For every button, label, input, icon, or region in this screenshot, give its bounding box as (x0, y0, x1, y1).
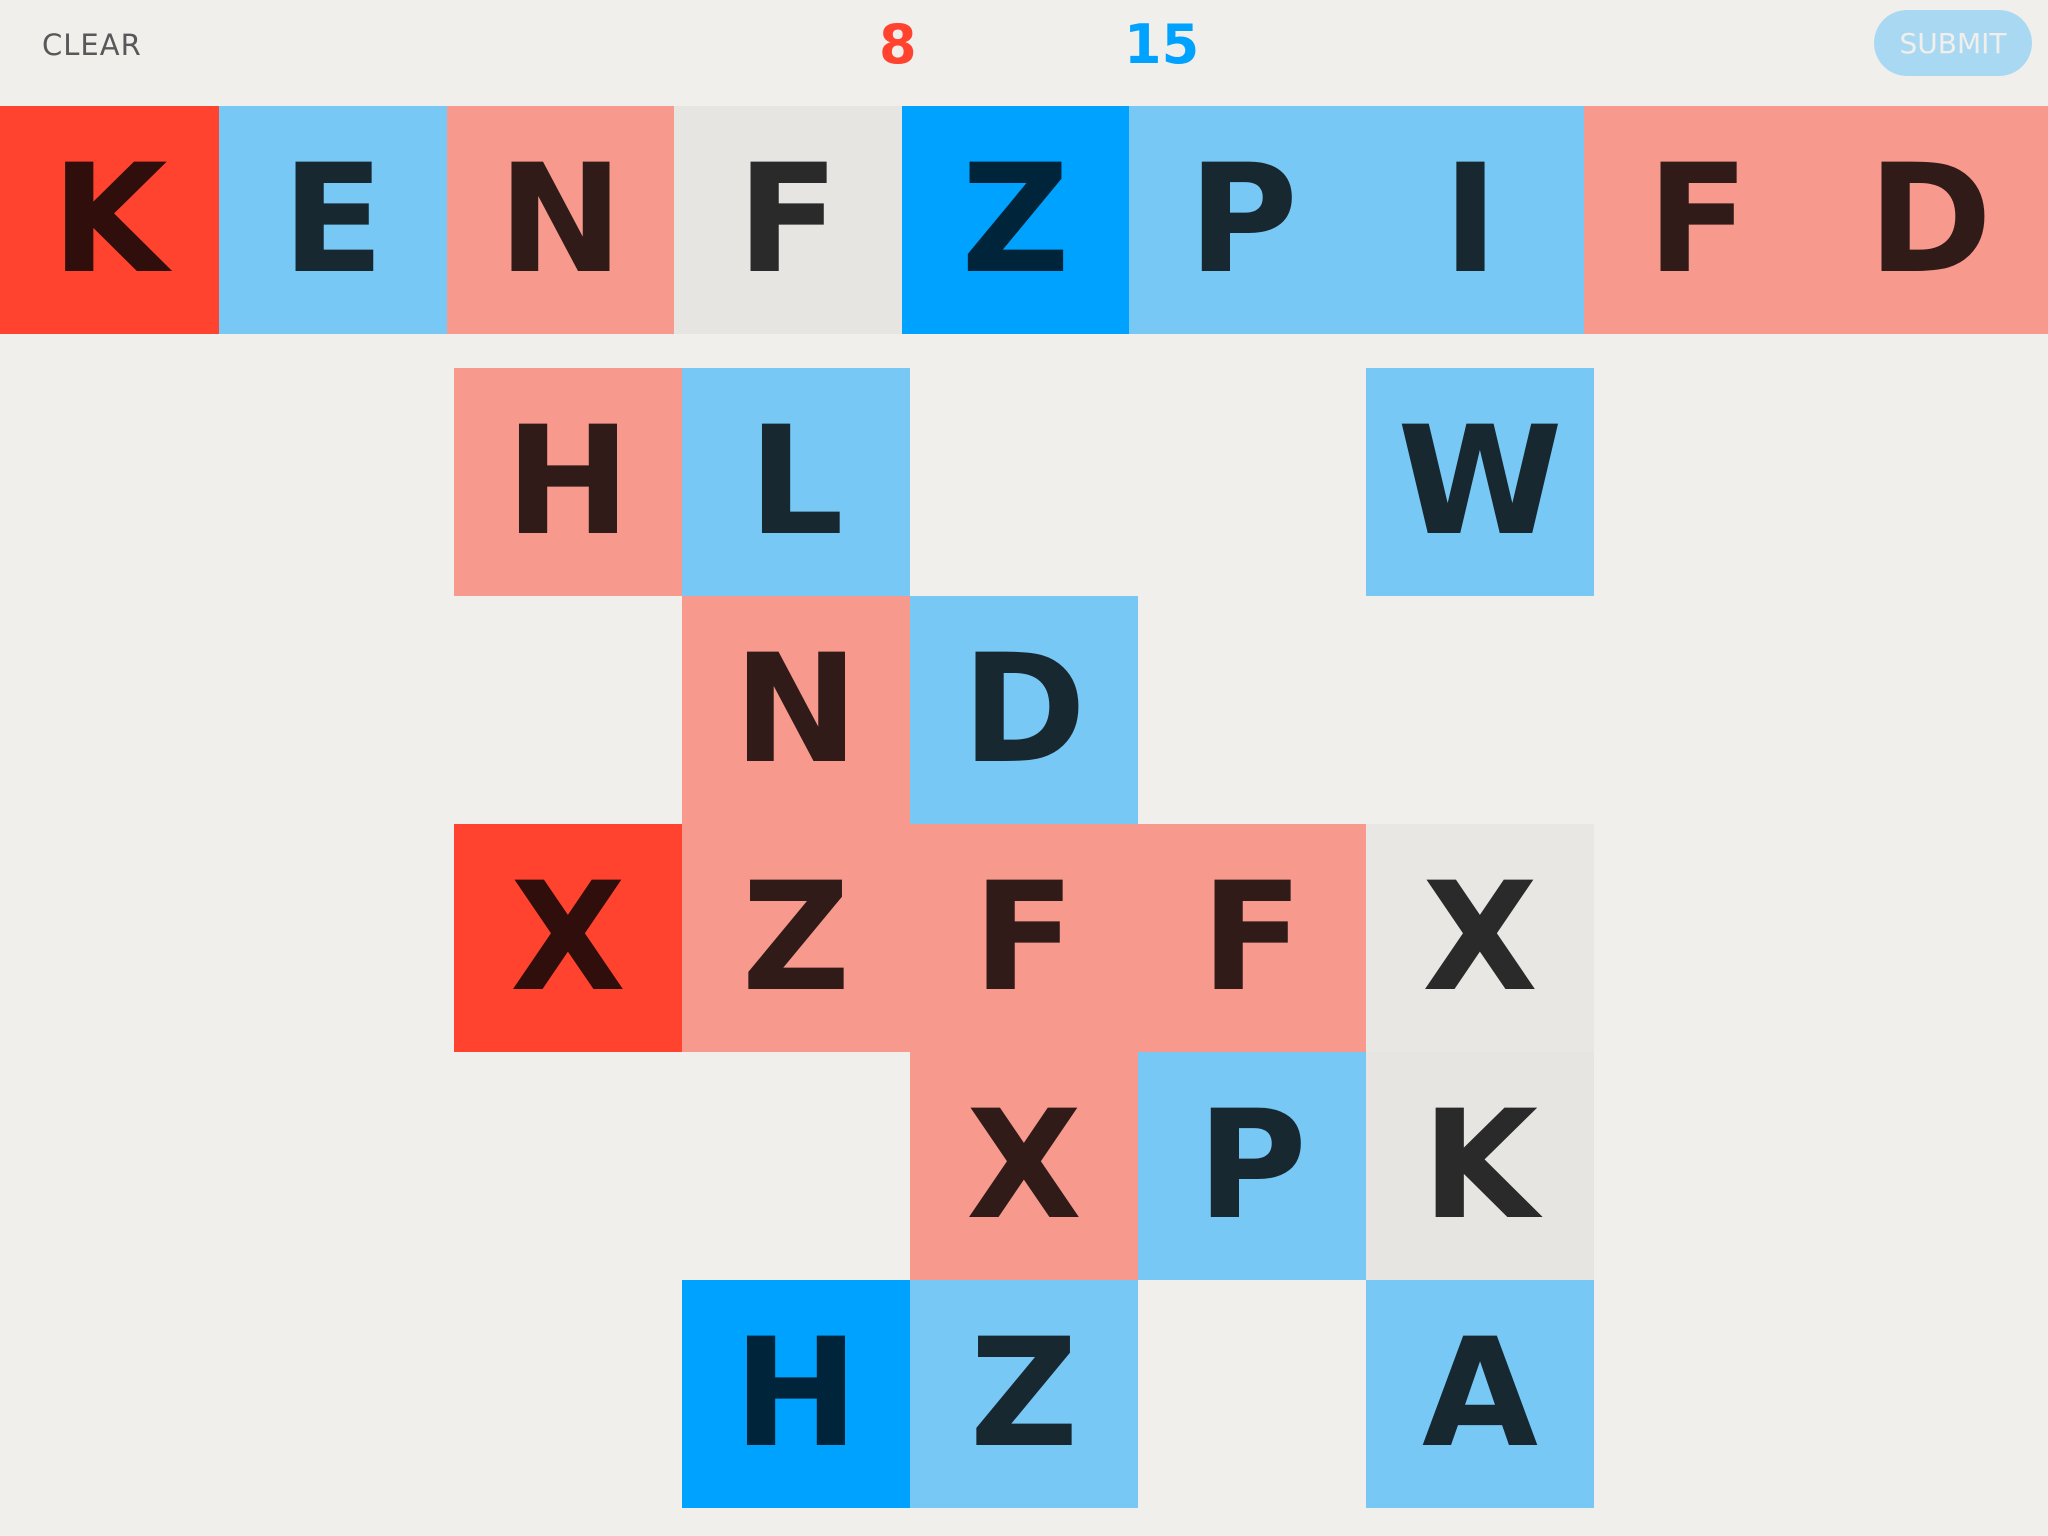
board-tile[interactable]: X (1366, 824, 1594, 1052)
board-tile[interactable]: Z (910, 1280, 1138, 1508)
board-tile[interactable]: P (1138, 1052, 1366, 1280)
board-tile[interactable]: H (682, 1280, 910, 1508)
board-tile[interactable]: L (682, 368, 910, 596)
board-tile[interactable]: Z (682, 824, 910, 1052)
board-tile[interactable]: A (1366, 1280, 1594, 1508)
board-tile[interactable]: H (454, 368, 682, 596)
letter-board: HLWNDXZFFXXPKHZA (0, 0, 2048, 1536)
board-tile[interactable]: N (682, 596, 910, 824)
board-tile[interactable]: X (910, 1052, 1138, 1280)
board-tile[interactable]: X (454, 824, 682, 1052)
board-tile[interactable]: F (1138, 824, 1366, 1052)
board-tile[interactable]: K (1366, 1052, 1594, 1280)
board-tile[interactable]: W (1366, 368, 1594, 596)
board-tile[interactable]: D (910, 596, 1138, 824)
board-tile[interactable]: F (910, 824, 1138, 1052)
